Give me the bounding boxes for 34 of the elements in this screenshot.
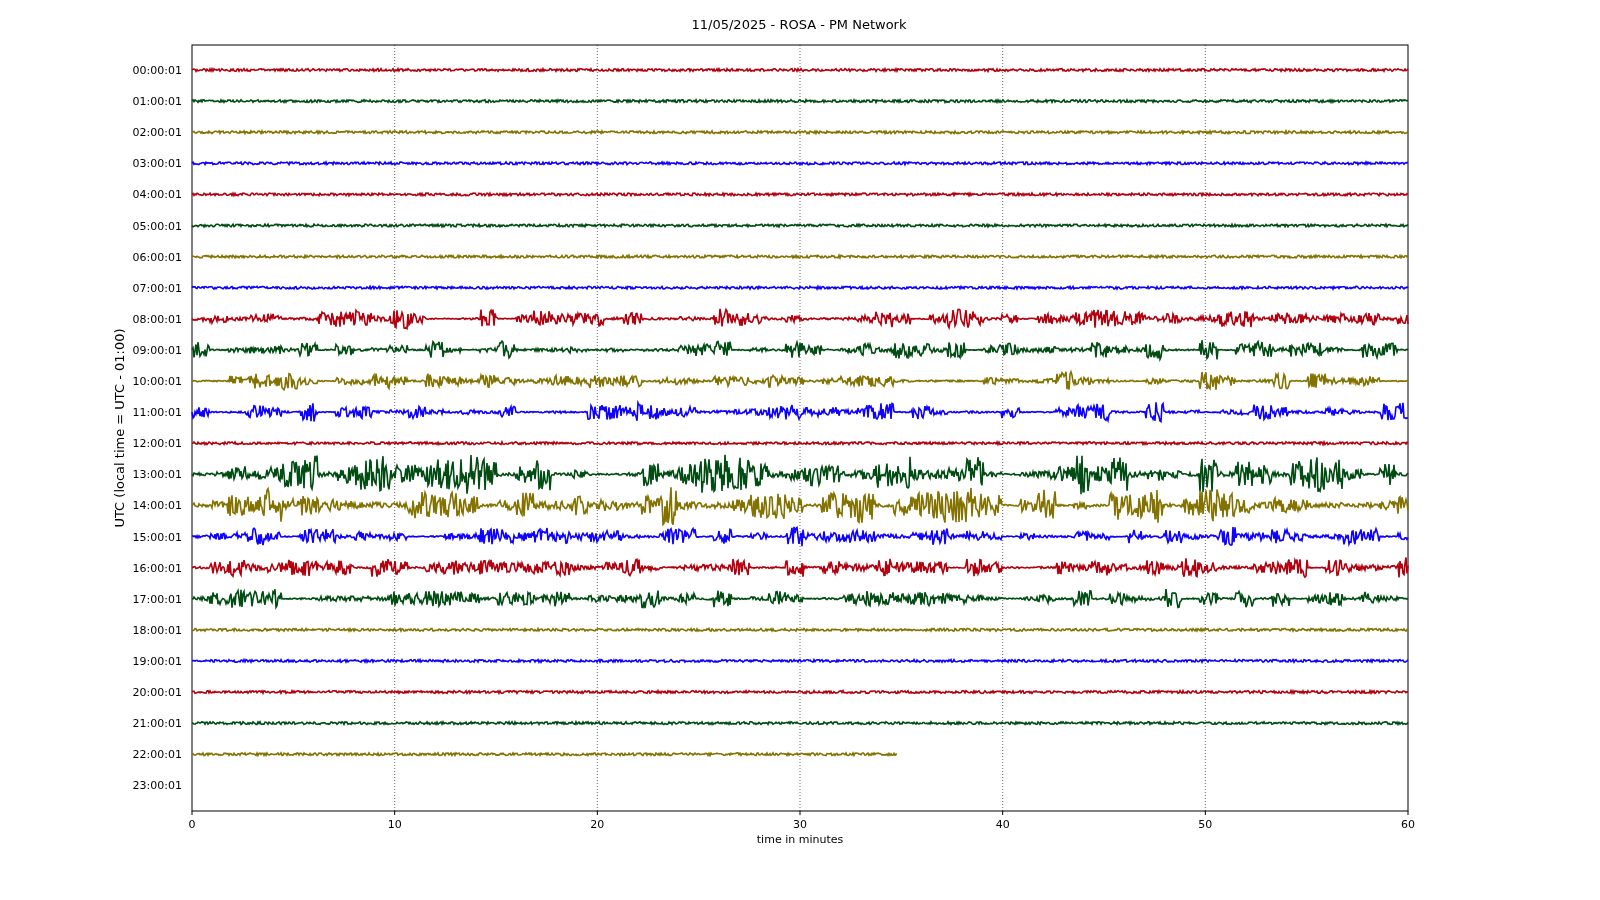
hour-label: 05:00:01	[132, 219, 182, 233]
hour-label: 16:00:01	[132, 561, 182, 575]
hour-label: 10:00:01	[132, 375, 182, 388]
hour-label: 18:00:01	[132, 623, 182, 637]
x-tick-label: 30	[793, 818, 807, 831]
x-axis-label: time in minutes	[756, 833, 844, 846]
chart-title: 11/05/2025 - ROSA - PM Network	[691, 17, 907, 32]
hour-label: 03:00:01	[132, 157, 182, 171]
hour-label: 13:00:01	[132, 468, 182, 482]
x-tick-label: 0	[188, 818, 196, 831]
hour-label: 11:00:01	[132, 406, 182, 420]
hour-label: 21:00:01	[132, 717, 182, 731]
x-tick-label: 40	[995, 818, 1010, 831]
hour-label: 07:00:01	[132, 281, 182, 295]
hour-label: 09:00:01	[132, 343, 182, 357]
hour-label: 23:00:01	[132, 779, 182, 793]
x-tick-label: 10	[387, 818, 402, 831]
hour-label: 14:00:01	[132, 499, 182, 513]
x-tick-label: 60	[1401, 818, 1415, 831]
hour-label: 02:00:01	[132, 126, 182, 140]
y-axis-label: UTC (local time = UTC - 01:00)	[112, 328, 127, 528]
hour-label: 17:00:01	[132, 592, 182, 606]
hour-label: 15:00:01	[132, 530, 182, 544]
hour-label: 19:00:01	[132, 654, 182, 668]
hour-label: 00:00:01	[132, 64, 182, 77]
hour-label: 12:00:01	[132, 437, 182, 451]
hour-label: 01:00:01	[132, 95, 182, 109]
hour-label: 06:00:01	[132, 250, 182, 264]
hour-label: 08:00:01	[132, 312, 182, 326]
x-tick-label: 50	[1198, 818, 1213, 831]
hour-label: 04:00:01	[132, 188, 182, 202]
x-tick-label: 20	[590, 818, 605, 831]
hour-label: 20:00:01	[132, 686, 182, 699]
hour-label: 22:00:01	[132, 748, 182, 762]
